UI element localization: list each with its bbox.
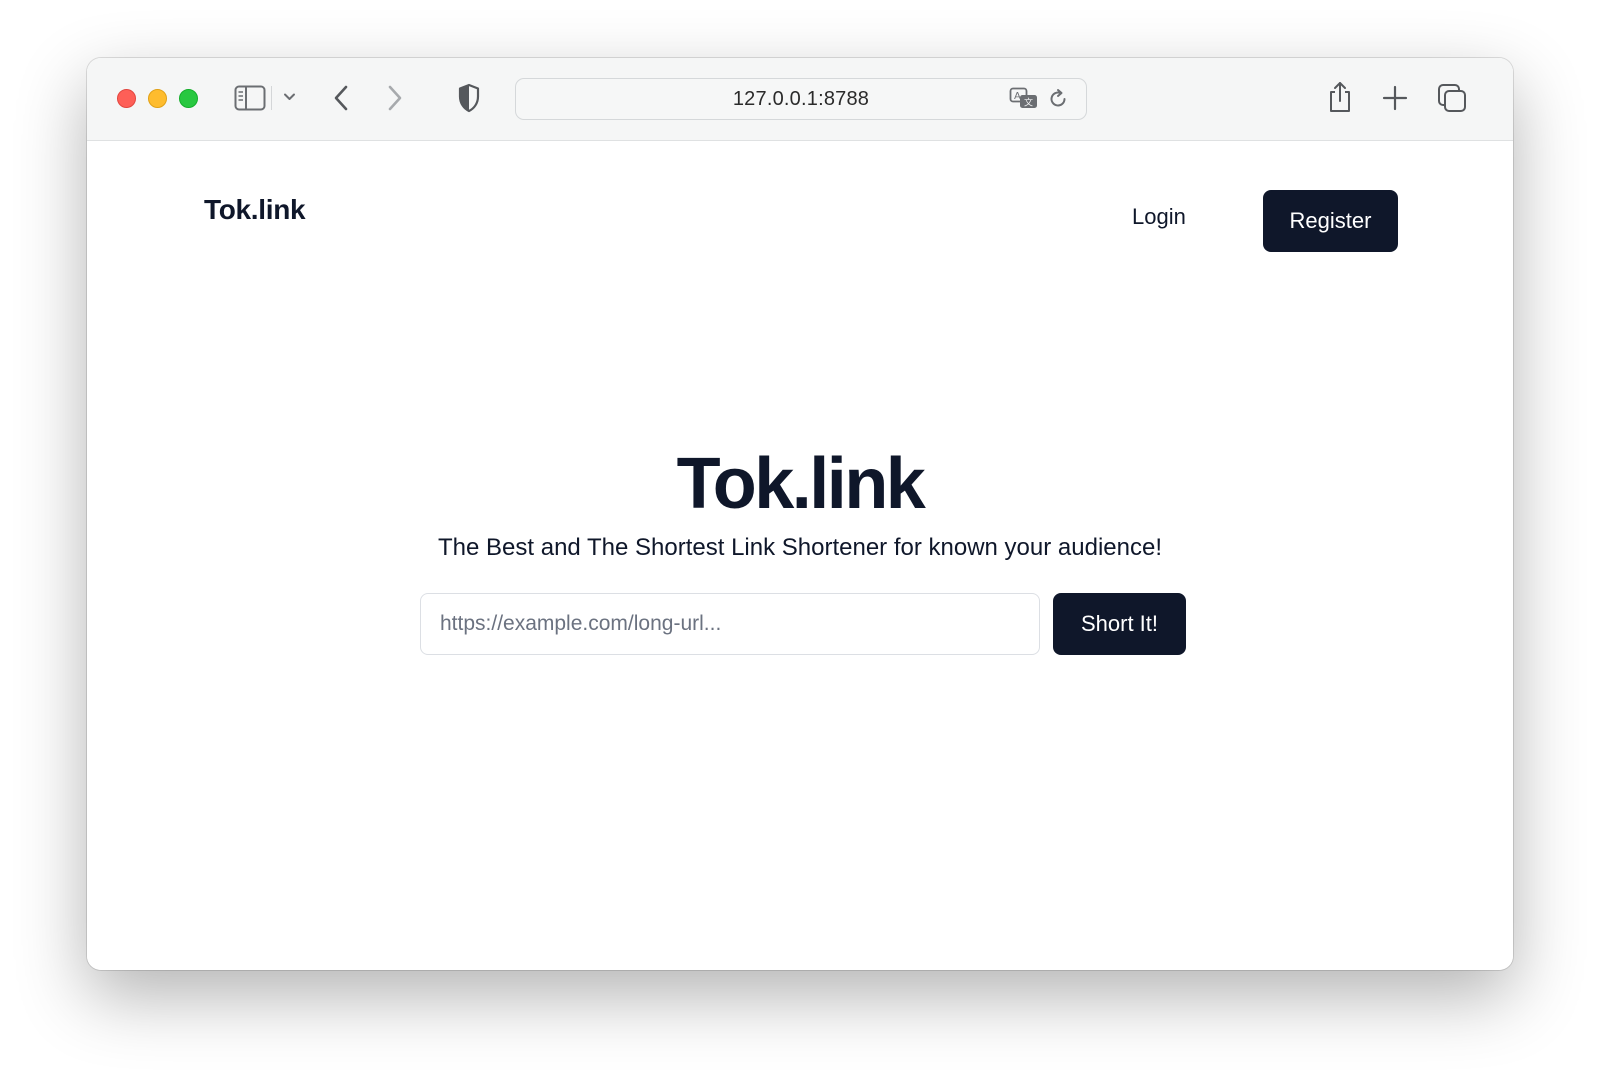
svg-text:文: 文 <box>1024 97 1033 109</box>
share-icon[interactable] <box>1327 80 1353 114</box>
register-button[interactable]: Register <box>1263 190 1398 252</box>
chevron-right-icon[interactable] <box>386 84 404 112</box>
toolbar-divider <box>271 86 272 110</box>
reload-icon[interactable] <box>1047 88 1069 110</box>
chevron-left-icon[interactable] <box>332 84 350 112</box>
long-url-input[interactable] <box>420 593 1040 655</box>
minimize-window-button[interactable] <box>148 89 167 108</box>
browser-toolbar: 127.0.0.1:8788 A 文 <box>87 58 1513 141</box>
close-window-button[interactable] <box>117 89 136 108</box>
chevron-down-icon[interactable] <box>283 92 296 102</box>
translate-icon[interactable]: A 文 <box>1009 87 1039 111</box>
login-link[interactable]: Login <box>1132 204 1186 230</box>
address-bar[interactable]: 127.0.0.1:8788 A 文 <box>515 78 1087 120</box>
short-it-button[interactable]: Short It! <box>1053 593 1186 655</box>
browser-window: 127.0.0.1:8788 A 文 Tok.link Login Regist… <box>87 58 1513 970</box>
hero-title: Tok.link <box>676 444 926 524</box>
hero-subtitle: The Best and The Shortest Link Shortener… <box>438 534 1162 561</box>
web-page: Tok.link Login Register Tok.link The Bes… <box>87 142 1513 970</box>
sidebar-icon[interactable] <box>234 85 266 111</box>
brand-logo[interactable]: Tok.link <box>204 194 306 226</box>
zoom-window-button[interactable] <box>179 89 198 108</box>
svg-text:A: A <box>1014 91 1021 102</box>
url-text[interactable]: 127.0.0.1:8788 <box>516 79 1086 119</box>
tab-overview-icon[interactable] <box>1437 83 1467 113</box>
plus-icon[interactable] <box>1382 85 1408 111</box>
shield-icon[interactable] <box>457 83 481 113</box>
